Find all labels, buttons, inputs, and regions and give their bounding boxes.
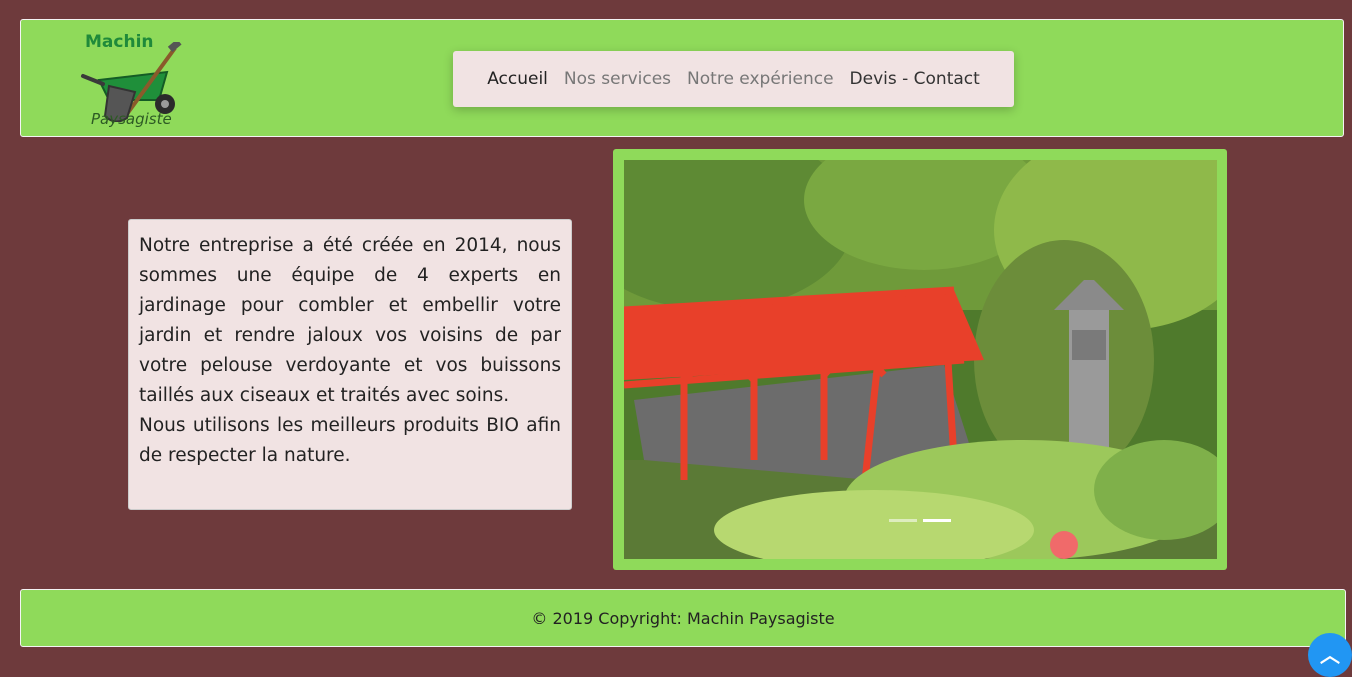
nav-link-nos-services[interactable]: Nos services — [564, 69, 671, 89]
intro-paragraph-2: Nous utilisons les meilleurs produits BI… — [139, 415, 561, 466]
carousel-indicators — [889, 519, 951, 522]
image-carousel[interactable] — [613, 149, 1227, 570]
garden-bridge-image — [624, 160, 1217, 559]
site-header: Machin Paysagiste Accueil Nos services N… — [20, 19, 1344, 137]
logo-text-bottom: Paysagiste — [91, 110, 172, 128]
intro-paragraph-1: Notre entreprise a été créée en 2014, no… — [139, 235, 561, 406]
logo[interactable]: Machin Paysagiste — [79, 28, 189, 132]
carousel-indicator-2[interactable] — [923, 519, 951, 522]
nav-link-accueil[interactable]: Accueil — [487, 69, 548, 89]
site-footer: © 2019 Copyright: Machin Paysagiste — [20, 589, 1346, 647]
chevron-up-icon: ︿ — [1320, 643, 1340, 667]
carousel-indicator-1[interactable] — [889, 519, 917, 522]
nav-link-devis-contact[interactable]: Devis - Contact — [850, 69, 980, 89]
main-nav: Accueil Nos services Notre expérience De… — [453, 51, 1014, 107]
scroll-to-top-button[interactable]: ︿ — [1308, 633, 1352, 677]
intro-text-box: Notre entreprise a été créée en 2014, no… — [128, 219, 572, 510]
footer-copyright: © 2019 Copyright: Machin Paysagiste — [531, 608, 835, 628]
nav-link-notre-experience[interactable]: Notre expérience — [687, 69, 833, 89]
